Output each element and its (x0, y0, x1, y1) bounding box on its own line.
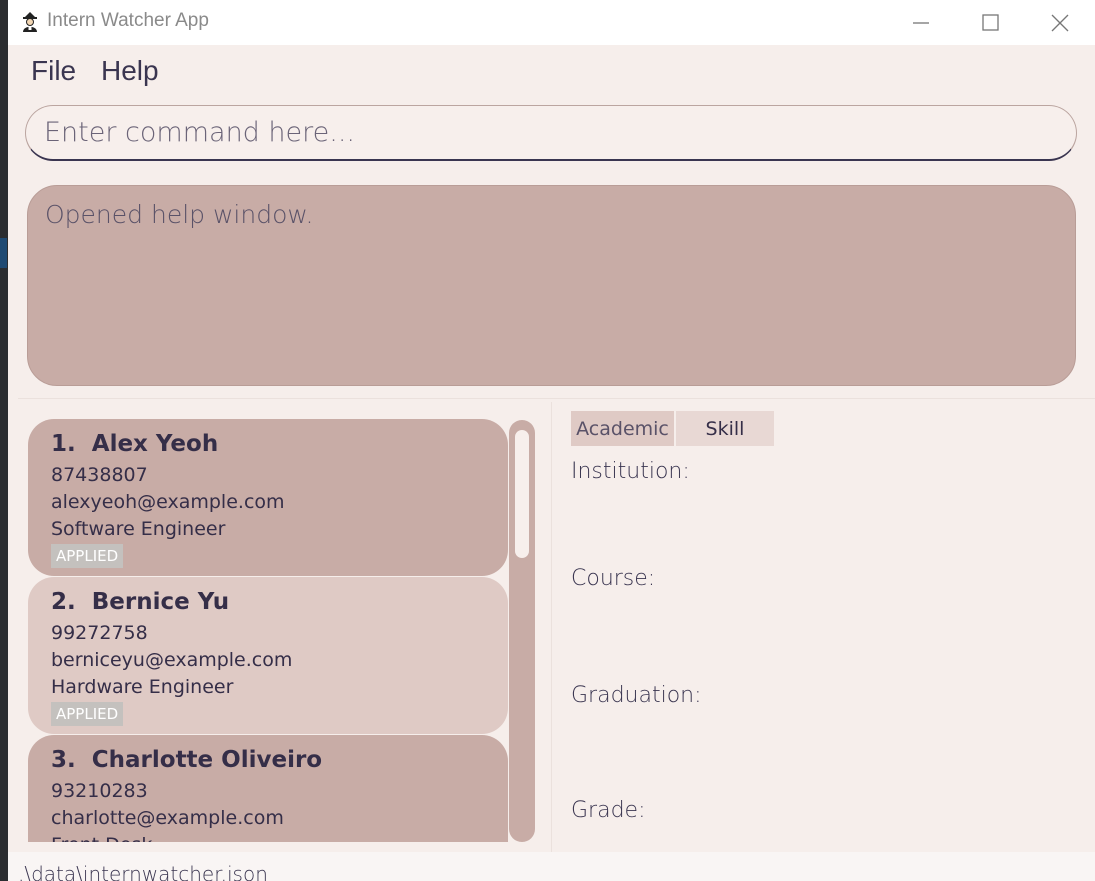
command-box (25, 105, 1077, 161)
minimize-icon[interactable] (901, 8, 941, 38)
detective-icon (23, 12, 37, 32)
applicant-card[interactable]: 3. Charlotte Oliveiro 93210283 charlotte… (28, 735, 508, 842)
status-bar: .\data\internwatcher.json (8, 852, 1095, 881)
list-scrollbar[interactable] (509, 420, 535, 842)
result-display: Opened help window. (27, 185, 1076, 386)
applicant-name: 1. Alex Yeoh (51, 431, 219, 457)
applicant-card[interactable]: 2. Bernice Yu 99272758 berniceyu@example… (28, 577, 508, 734)
applicant-name: 2. Bernice Yu (51, 589, 230, 615)
background-editor-highlight (0, 238, 7, 268)
result-message: Opened help window. (45, 200, 314, 229)
institution-label: Institution: (571, 459, 690, 484)
graduation-label: Graduation: (571, 683, 702, 708)
applicant-name: 3. Charlotte Oliveiro (51, 747, 323, 773)
maximize-icon[interactable] (970, 8, 1010, 38)
applicant-role: Software Engineer (51, 518, 226, 540)
command-input[interactable] (26, 106, 1076, 159)
menu-help[interactable]: Help (101, 55, 159, 87)
course-label: Course: (571, 566, 656, 591)
save-location: .\data\internwatcher.json (18, 862, 268, 881)
window-title: Intern Watcher App (47, 10, 209, 31)
applicant-email: charlotte@example.com (51, 807, 284, 829)
detail-panel: Academic Skill Institution: Course: Grad… (552, 402, 1095, 852)
grade-label: Grade: (571, 798, 646, 823)
divider (18, 398, 1095, 399)
applicant-phone: 93210283 (51, 780, 148, 802)
title-bar: Intern Watcher App (8, 0, 1095, 45)
applicant-role: Hardware Engineer (51, 676, 234, 698)
applicant-phone: 99272758 (51, 622, 148, 644)
scrollbar-thumb[interactable] (515, 430, 529, 558)
menu-bar: File Help (8, 45, 1095, 97)
applicant-phone: 87438807 (51, 464, 148, 486)
close-icon[interactable] (1040, 8, 1080, 38)
menu-file[interactable]: File (31, 55, 76, 87)
applicant-role: Front Desk (51, 834, 152, 842)
applicant-email: alexyeoh@example.com (51, 491, 285, 513)
tab-academic[interactable]: Academic (571, 411, 674, 446)
applicant-email: berniceyu@example.com (51, 649, 293, 671)
app-window: Intern Watcher App File Help Opened help… (8, 0, 1095, 881)
applicant-list: 1. Alex Yeoh 87438807 alexyeoh@example.c… (18, 402, 550, 842)
applicant-card[interactable]: 1. Alex Yeoh 87438807 alexyeoh@example.c… (28, 419, 508, 576)
tab-skill[interactable]: Skill (676, 411, 774, 446)
background-editor-edge (0, 0, 8, 881)
status-badge: APPLIED (51, 544, 124, 568)
status-badge: APPLIED (51, 702, 124, 726)
